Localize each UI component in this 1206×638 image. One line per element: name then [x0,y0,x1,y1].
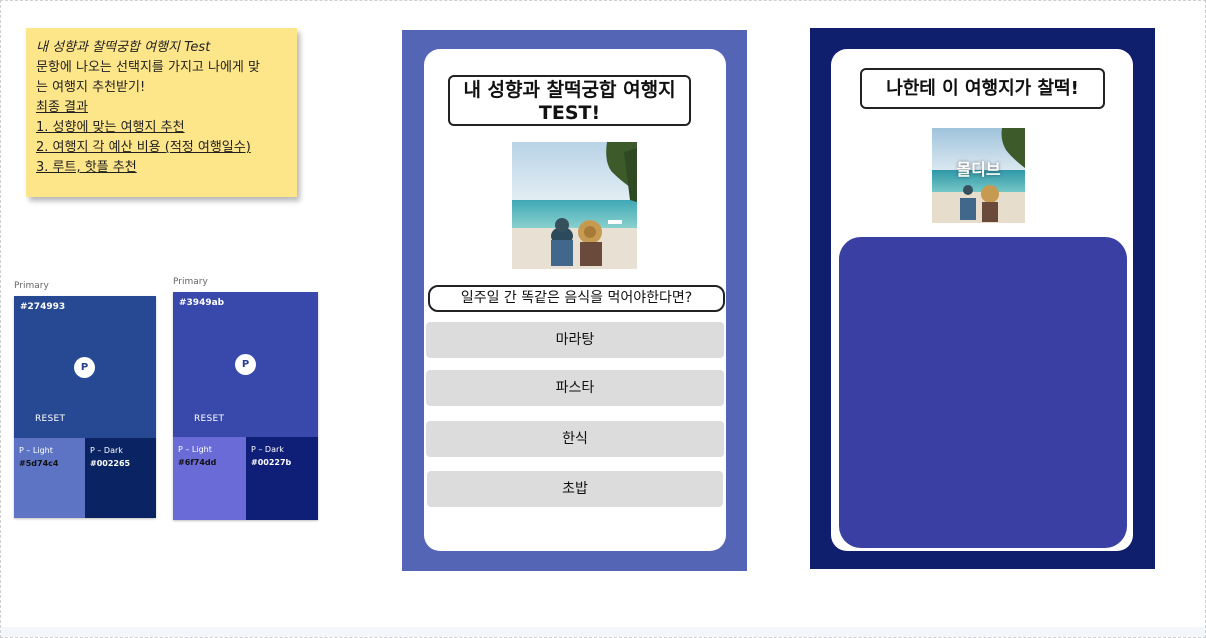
beach-couple-photo-small: 몰디브 [932,128,1025,223]
palette-badge: P [74,357,95,378]
quiz-title: 내 성향과 찰떡궁합 여행지 TEST! [448,75,691,126]
palette-hex: #274993 [20,302,66,312]
palette-dark-hex: #00227b [251,458,292,467]
palette-light-label: P – Light [19,446,53,455]
note-line: 최종 결과 [36,100,88,115]
quiz-title-line1: 내 성향과 찰떡궁합 여행지 [463,79,676,101]
palette-light-swatch: P – Light #6f74dd [173,437,246,520]
option-button[interactable]: 마라탕 [426,322,724,358]
palette-primary-swatch: #3949ab P RESET [173,292,318,437]
palette-card-2: #3949ab P RESET P – Light #6f74dd P – Da… [173,292,318,520]
option-button[interactable]: 초밥 [427,471,723,507]
result-title: 나한테 이 여행지가 찰떡! [860,68,1105,109]
palette-dark-label: P – Dark [251,445,284,454]
palette-primary-swatch: #274993 P RESET [14,296,156,438]
palette-light-hex: #6f74dd [178,458,217,467]
note-line: 3. 루트, 핫플 추천 [36,160,137,175]
palette-dark-label: P – Dark [90,446,123,455]
palette-card-1: #274993 P RESET P – Light #5d74c4 P – Da… [14,296,156,518]
palette-label: Primary [14,281,49,291]
reset-button[interactable]: RESET [194,414,224,424]
quiz-phone-frame: 내 성향과 찰떡궁합 여행지 TEST! 일주일 간 똑같은 음식을 먹어야한다… [402,30,747,571]
palette-dark-swatch: P – Dark #00227b [246,437,318,520]
option-button[interactable]: 파스타 [426,370,724,406]
palette-label: Primary [173,277,208,287]
beach-couple-photo [512,142,637,269]
palette-dark-hex: #002265 [90,459,131,468]
quiz-screen: 내 성향과 찰떡궁합 여행지 TEST! 일주일 간 똑같은 음식을 먹어야한다… [424,49,726,551]
result-detail-panel [839,237,1127,548]
note-line: 문항에 나오는 선택지를 가지고 나에게 맞 [36,60,260,75]
bottom-strip [1,627,1205,637]
note-title: 내 성향과 찰떡궁합 여행지 Test [36,40,211,55]
quiz-title-line2: TEST! [538,102,601,124]
palette-badge: P [235,354,256,375]
result-screen: 나한테 이 여행지가 찰떡! 몰디브 [831,49,1133,551]
note-line: 1. 성향에 맞는 여행지 추천 [36,120,185,135]
note-line: 는 여행지 추천받기! [36,80,146,95]
reset-button[interactable]: RESET [35,414,65,424]
note-line: 2. 여행지 각 예산 비용 (적정 여행일수) [36,140,251,155]
palette-light-swatch: P – Light #5d74c4 [14,438,85,518]
palette-dark-swatch: P – Dark #002265 [85,438,156,518]
question-text: 일주일 간 똑같은 음식을 먹어야한다면? [428,285,725,312]
palette-light-label: P – Light [178,445,212,454]
palette-light-hex: #5d74c4 [19,459,59,468]
palette-hex: #3949ab [179,298,225,308]
result-phone-frame: 나한테 이 여행지가 찰떡! 몰디브 [810,28,1155,569]
sticky-note[interactable]: 내 성향과 찰떡궁합 여행지 Test 문항에 나오는 선택지를 가지고 나에게… [26,28,297,197]
result-place-name: 몰디브 [956,160,1001,179]
option-button[interactable]: 한식 [426,421,724,457]
